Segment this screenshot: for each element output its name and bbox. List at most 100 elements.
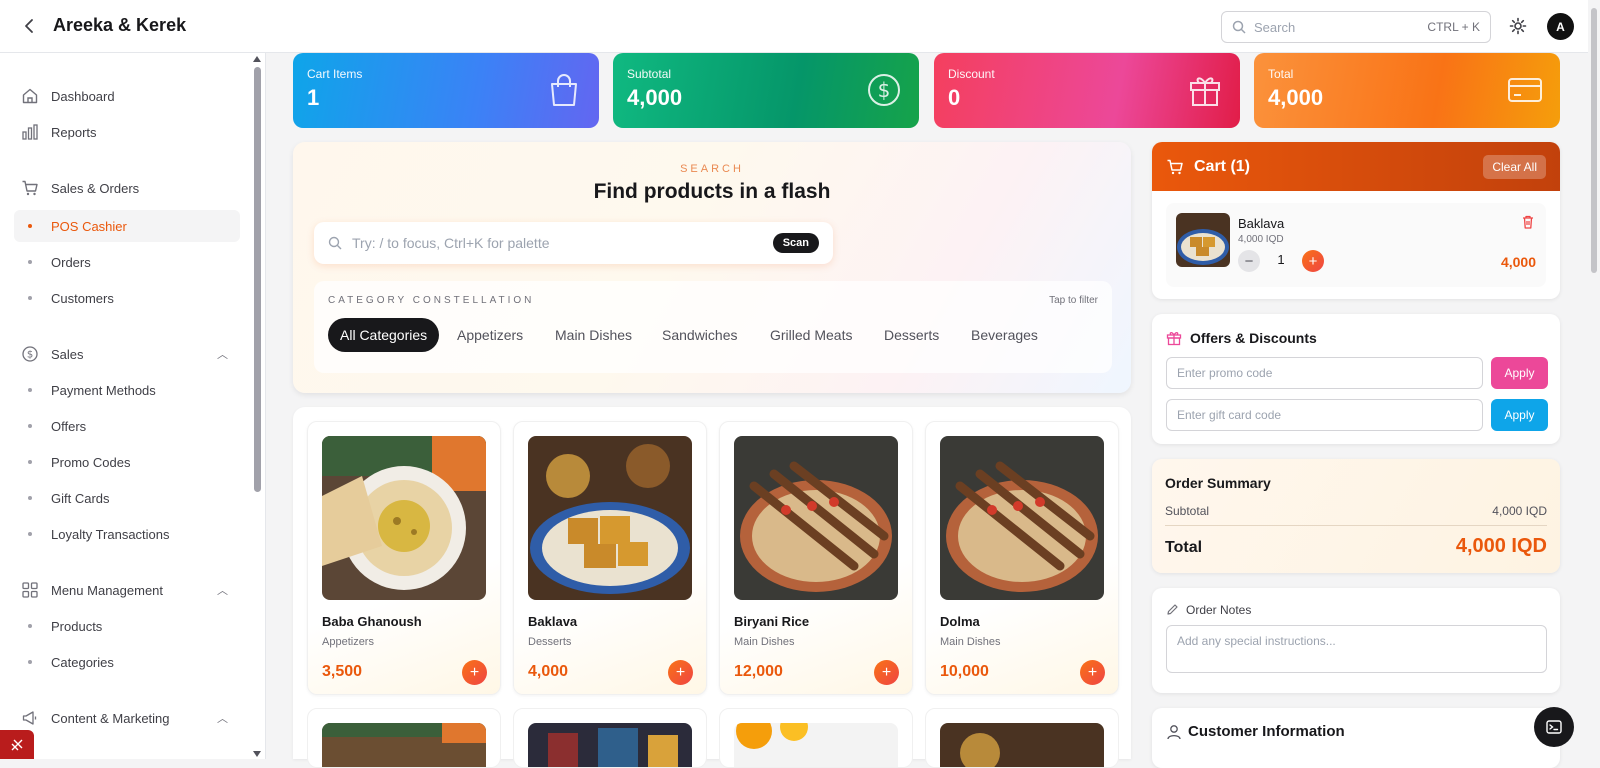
sidebar-item-promo-codes[interactable]: Promo Codes [14,446,240,478]
add-to-cart-button[interactable]: + [668,660,693,685]
product-price: 3,500 [322,663,363,680]
gift-icon [1166,332,1182,346]
product-search-panel: SEARCH Find products in a flash Try: / t… [293,142,1131,393]
product-card[interactable] [513,708,707,768]
dollar-circle-icon: $ [21,345,39,363]
clear-all-button[interactable]: Clear All [1483,154,1546,179]
sidebar-item-products[interactable]: Products [14,610,240,642]
product-name: Biryani Rice [734,614,810,629]
trash-icon[interactable] [1520,214,1536,230]
page-scrollbar-thumb[interactable] [1591,8,1597,273]
sidebar-item-loyalty-transactions[interactable]: Loyalty Transactions [14,518,240,550]
sidebar-item-categories[interactable]: Categories [14,646,240,678]
sidebar-item-reports[interactable]: Reports [14,116,240,148]
bullet-dot [28,260,32,264]
chevron-up-icon[interactable]: ︿ [217,710,228,726]
product-card[interactable]: Baklava Desserts 4,000 + [513,421,707,695]
product-card[interactable] [307,708,501,768]
add-to-cart-button[interactable]: + [462,660,487,685]
product-category: Main Dishes [734,636,795,648]
sidebar-item-offers[interactable]: Offers [14,410,240,442]
offers-title: Offers & Discounts [1190,330,1317,346]
bullet-dot [28,296,32,300]
gift-card-input[interactable]: Enter gift card code [1166,399,1483,431]
order-notes-textarea[interactable]: Add any special instructions... [1166,625,1547,673]
scroll-up-arrow[interactable] [253,56,261,62]
sidebar-scrollbar[interactable] [252,53,262,759]
chevron-up-icon[interactable]: ︿ [217,346,228,362]
add-to-cart-button[interactable]: + [1080,660,1105,685]
stat-card-subtotal: Subtotal 4,000 $ [613,53,919,128]
sidebar-section-menu-management[interactable]: Menu Management ︿ [14,574,240,606]
category-section-label: CATEGORY CONSTELLATION [328,295,535,306]
bug-icon [11,739,23,750]
global-search-input[interactable]: Search CTRL + K [1221,11,1491,43]
product-card[interactable] [719,708,913,768]
product-search-input[interactable]: Try: / to focus, Ctrl+K for palette Scan [314,222,833,264]
sidebar-section-sales-orders[interactable]: Sales & Orders [14,172,240,204]
stat-label: Subtotal [627,67,672,81]
page-scrollbar[interactable] [1588,0,1600,759]
increase-quantity-button[interactable]: + [1302,250,1324,272]
product-card[interactable]: Dolma Main Dishes 10,000 + [925,421,1119,695]
stat-label: Discount [948,67,995,81]
scan-button[interactable]: Scan [772,233,819,253]
promo-code-input[interactable]: Enter promo code [1166,357,1483,389]
bullet-dot [28,624,32,628]
order-notes-title: Order Notes [1186,603,1252,617]
sidebar-section-sales[interactable]: $ Sales ︿ [14,338,240,370]
sidebar-item-label: Gift Cards [51,490,110,506]
bag-icon [551,74,577,106]
product-card[interactable]: Baba Ghanoush Appetizers 3,500 + [307,421,501,695]
category-chip-beverages[interactable]: Beverages [959,318,1050,352]
category-chip-main-dishes[interactable]: Main Dishes [543,318,644,352]
avatar[interactable]: A [1547,13,1574,40]
sidebar-item-label: Customers [51,290,114,306]
sidebar-item-customers[interactable]: Customers [14,282,240,314]
category-chip-desserts[interactable]: Desserts [872,318,951,352]
cart-title: Cart (1) [1194,157,1251,175]
sidebar-item-orders[interactable]: Orders [14,246,240,278]
product-search-placeholder: Try: / to focus, Ctrl+K for palette [352,235,550,251]
cart-item-image [1176,213,1230,267]
search-eyebrow: SEARCH [680,163,744,175]
product-category: Appetizers [322,636,374,648]
sidebar-item-gift-cards[interactable]: Gift Cards [14,482,240,514]
sidebar-section-content-marketing[interactable]: Content & Marketing ︿ [14,702,240,734]
sidebar-scrollbar-thumb[interactable] [254,67,261,492]
sidebar-item-pos-cashier[interactable]: POS Cashier [14,210,240,242]
add-to-cart-button[interactable]: + [874,660,899,685]
scroll-down-arrow[interactable] [253,751,261,757]
edit-icon [1167,604,1178,615]
category-chip-appetizers[interactable]: Appetizers [445,318,535,352]
subtotal-label: Subtotal [1165,504,1210,518]
category-chip-grilled-meats[interactable]: Grilled Meats [758,318,864,352]
product-card[interactable]: Biryani Rice Main Dishes 12,000 + [719,421,913,695]
sidebar-item-dashboard[interactable]: Dashboard [14,80,240,112]
apply-gift-card-button[interactable]: Apply [1491,399,1548,431]
gear-icon[interactable] [1508,16,1528,36]
product-card[interactable] [925,708,1119,768]
chevron-up-icon[interactable]: ︿ [217,582,228,598]
dev-tools-badge[interactable] [0,730,34,759]
product-price: 12,000 [734,663,783,680]
terminal-button[interactable] [1534,707,1574,747]
cart-item-line-total: 4,000 [1500,254,1536,270]
order-summary-title: Order Summary [1165,475,1271,491]
bullet-dot [28,660,32,664]
category-chip-all[interactable]: All Categories [328,318,440,352]
category-filter: CATEGORY CONSTELLATION Tap to filter All… [314,281,1112,373]
product-image-partial [528,723,692,767]
back-arrow-icon[interactable] [20,16,40,36]
product-image-kebab [734,436,898,600]
category-chip-sandwiches[interactable]: Sandwiches [650,318,750,352]
customer-information-title: Customer Information [1188,723,1345,740]
sidebar-item-label: Categories [51,654,114,670]
sidebar-item-payment-methods[interactable]: Payment Methods [14,374,240,406]
credit-card-icon [1508,78,1542,102]
bullet-dot [28,460,32,464]
decrease-quantity-button[interactable]: − [1238,250,1260,272]
sidebar-item-label: Loyalty Transactions [51,526,170,542]
stat-value: 4,000 [627,85,683,110]
apply-promo-button[interactable]: Apply [1491,357,1548,389]
